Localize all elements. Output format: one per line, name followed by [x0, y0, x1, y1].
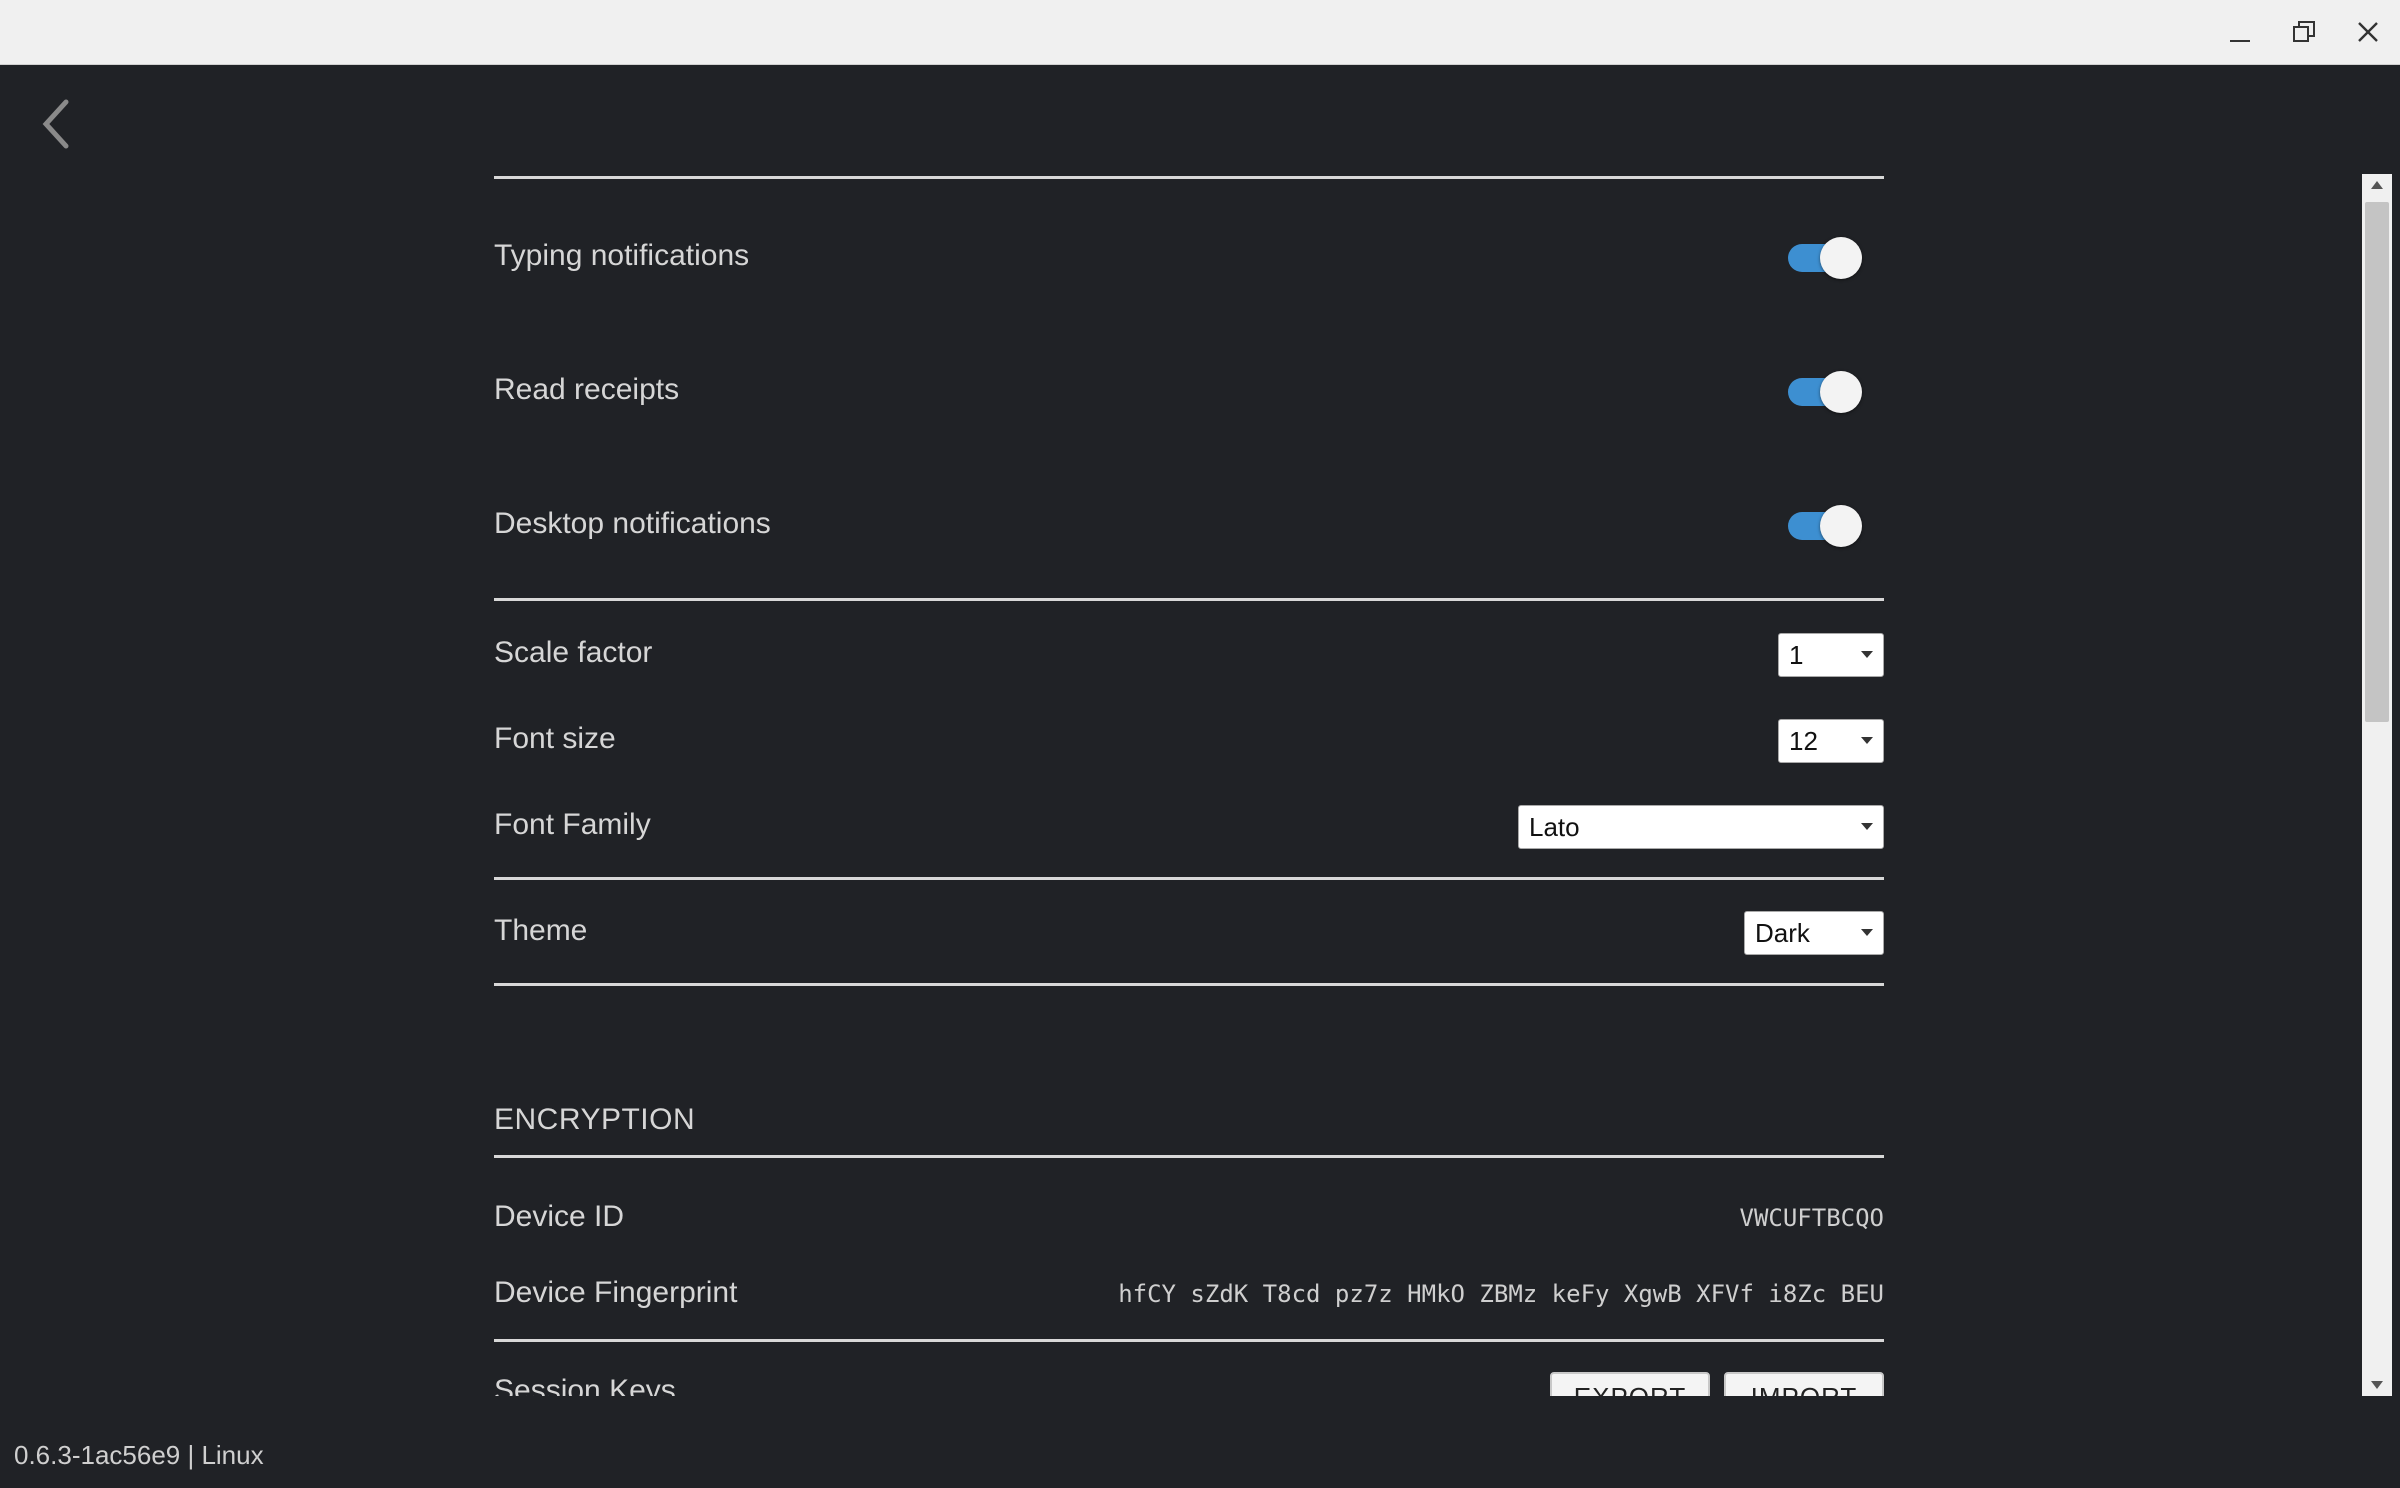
scale-factor-value: 1 [1789, 640, 1804, 670]
divider [494, 1155, 1884, 1158]
session-keys-label: Session Keys [494, 1374, 676, 1396]
scale-factor-label: Scale factor [494, 636, 653, 669]
import-keys-button[interactable]: IMPORT [1724, 1372, 1884, 1396]
divider [494, 176, 1884, 179]
font-family-label: Font Family [494, 808, 651, 841]
scrollbar-thumb[interactable] [2365, 202, 2389, 722]
close-icon[interactable] [2350, 14, 2386, 50]
theme-value: Dark [1755, 918, 1810, 948]
font-size-value: 12 [1789, 726, 1818, 756]
dropdown-caret-icon [1861, 737, 1873, 744]
theme-select[interactable]: Dark [1744, 911, 1884, 955]
scale-factor-select[interactable]: 1 [1778, 633, 1884, 677]
settings-panel: Typing notifications Read receipts Deskt… [494, 100, 1884, 1396]
font-size-select[interactable]: 12 [1778, 719, 1884, 763]
scroll-up-icon[interactable] [2362, 174, 2392, 198]
font-size-label: Font size [494, 722, 616, 755]
dropdown-caret-icon [1861, 651, 1873, 658]
font-family-value: Lato [1529, 812, 1580, 842]
divider [494, 1339, 1884, 1342]
theme-label: Theme [494, 914, 588, 947]
device-fingerprint-value: hfCY sZdK T8cd pz7z HMkO ZBMz keFy XgwB … [1118, 1280, 1884, 1308]
typing-notifications-label: Typing notifications [494, 239, 750, 272]
read-receipts-toggle[interactable] [1784, 371, 1862, 413]
scrollbar[interactable] [2362, 174, 2392, 1396]
back-button[interactable] [36, 94, 80, 154]
minimize-icon[interactable] [2222, 14, 2258, 50]
dropdown-caret-icon [1861, 929, 1873, 936]
maximize-icon[interactable] [2286, 14, 2322, 50]
dropdown-caret-icon [1861, 823, 1873, 830]
font-family-select[interactable]: Lato [1518, 805, 1884, 849]
divider [494, 983, 1884, 986]
scroll-down-icon[interactable] [2362, 1372, 2392, 1396]
window-titlebar [0, 0, 2400, 65]
desktop-notifications-label: Desktop notifications [494, 507, 771, 540]
read-receipts-label: Read receipts [494, 373, 680, 406]
divider [494, 598, 1884, 601]
device-id-value: VWCUFTBCQO [1739, 1204, 1885, 1232]
device-fingerprint-label: Device Fingerprint [494, 1276, 738, 1309]
divider [494, 877, 1884, 880]
desktop-notifications-toggle[interactable] [1784, 505, 1862, 547]
encryption-section-title: ENCRYPTION [494, 1103, 696, 1136]
version-label: 0.6.3-1ac56e9 | Linux [14, 1440, 264, 1470]
typing-notifications-toggle[interactable] [1784, 237, 1862, 279]
device-id-label: Device ID [494, 1200, 625, 1233]
chevron-left-icon [42, 99, 69, 149]
export-keys-button[interactable]: EXPORT [1550, 1372, 1710, 1396]
